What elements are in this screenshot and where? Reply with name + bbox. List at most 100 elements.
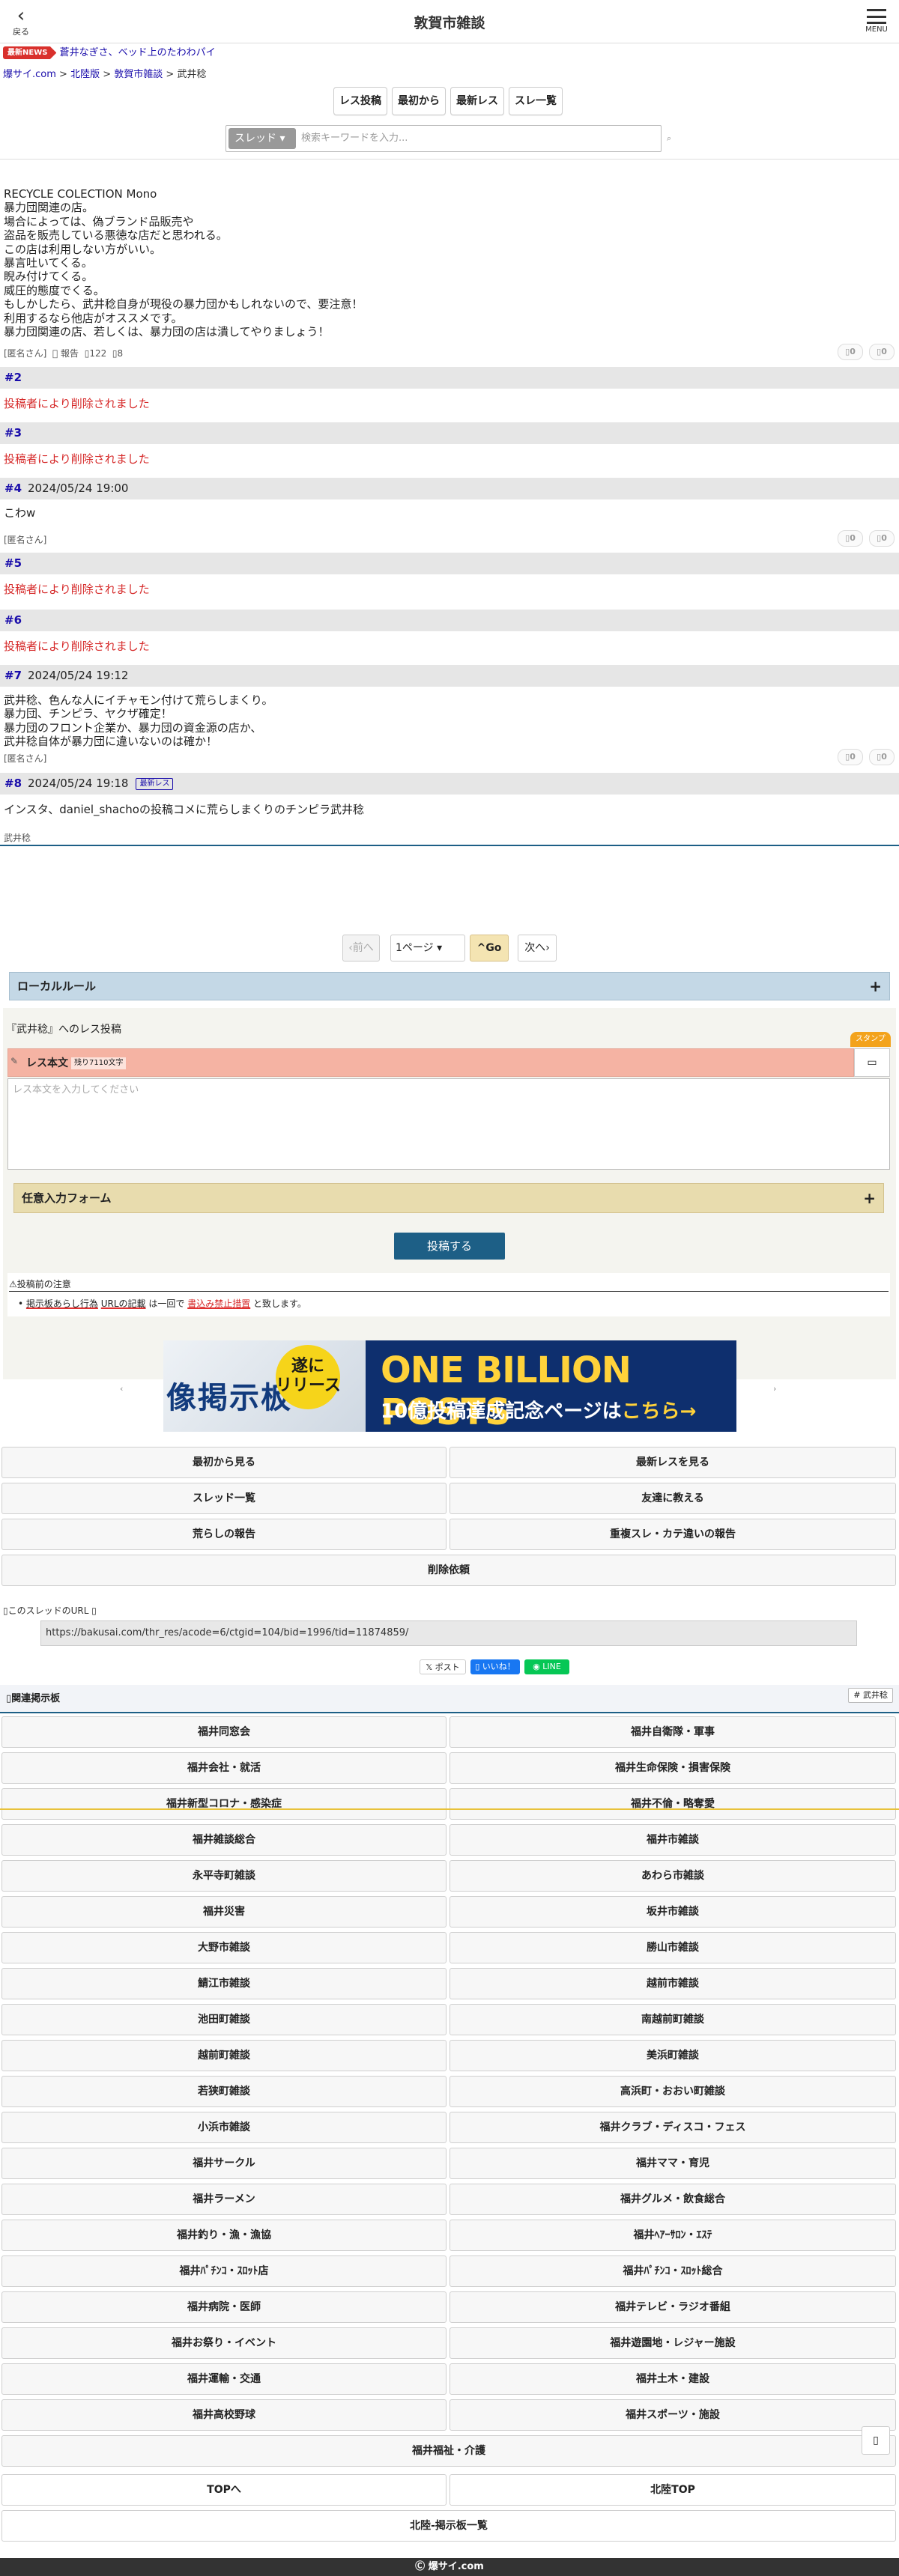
search-icon[interactable]: ⌕ (667, 133, 671, 144)
search-input[interactable]: 検索キーワードを入力... (301, 126, 408, 151)
related-board-link[interactable]: 美浜町雑談 (450, 2040, 896, 2071)
related-board-link[interactable]: 福井クラブ・ディスコ・フェス (450, 2112, 896, 2143)
related-board-link[interactable]: 高浜町・おおい町雑談 (450, 2076, 896, 2107)
report-spam-button[interactable]: 荒らしの報告 (1, 1519, 447, 1550)
post-number[interactable]: #7 (4, 669, 22, 682)
related-board-link[interactable]: 福井お祭り・イベント (1, 2327, 447, 2359)
related-board-link[interactable]: 福井生命保険・損害保険 (450, 1752, 896, 1784)
up-vote-button[interactable]: ▯0 (838, 344, 863, 360)
up-vote-button[interactable]: ▯0 (838, 530, 863, 547)
related-board-link[interactable]: 福井テレビ・ラジオ番組 (450, 2291, 896, 2323)
optional-form-toggle[interactable]: 任意入力フォーム + (13, 1183, 884, 1213)
rule-link[interactable]: 掲示板あらし行為 (26, 1298, 98, 1309)
x-post-button[interactable]: 𝕏 ポスト (420, 1659, 466, 1674)
related-board-link[interactable]: 勝山市雑談 (450, 1932, 896, 1963)
related-board-link[interactable]: 福井グルメ・飲食総合 (450, 2184, 896, 2215)
related-board-link[interactable]: 福井会社・就活 (1, 1752, 447, 1784)
latest-button[interactable]: 最新レス (450, 87, 504, 115)
news-ticker[interactable]: 最新NEWS 蒼井なぎさ、ベッド上のたわわパイ (0, 45, 899, 61)
post-number[interactable]: #8 (4, 777, 22, 790)
camera-icon[interactable]: ▭ (854, 1048, 890, 1077)
news-link[interactable]: 蒼井なぎさ、ベッド上のたわわパイ (60, 47, 216, 58)
related-board-link[interactable]: 福井福祉・介護 (1, 2435, 896, 2467)
related-board-link[interactable]: 永平寺町雑談 (1, 1860, 447, 1892)
submit-button[interactable]: 投稿する (394, 1233, 505, 1260)
related-board-link[interactable]: 越前市雑談 (450, 1968, 896, 1999)
related-board-link[interactable]: 大野市雑談 (1, 1932, 447, 1963)
related-board-link[interactable]: 福井土木・建設 (450, 2363, 896, 2395)
banner-prev-icon[interactable]: ‹ (120, 1384, 123, 1394)
local-rule-toggle[interactable]: ローカルルール + (9, 972, 890, 1000)
top-link[interactable]: TOPへ (1, 2474, 447, 2506)
related-board-link[interactable]: 福井災害 (1, 1896, 447, 1928)
down-vote-button[interactable]: ▯0 (869, 344, 895, 360)
view-first-button[interactable]: 最初から見る (1, 1447, 447, 1478)
line-share-button[interactable]: ◉ LINE (524, 1659, 569, 1674)
related-board-link[interactable]: 福井不倫・略奪愛 (450, 1788, 896, 1820)
rule-link[interactable]: URLの記載 (101, 1298, 146, 1309)
banner-next-icon[interactable]: › (773, 1384, 776, 1394)
related-board-link[interactable]: 坂井市雑談 (450, 1896, 896, 1928)
share-button[interactable]: 友達に教える (450, 1483, 896, 1514)
related-board-link[interactable]: 福井ﾊﾟﾁﾝｺ・ｽﾛｯﾄ店 (1, 2255, 447, 2287)
delete-request-button[interactable]: 削除依頼 (1, 1555, 896, 1586)
promo-banner[interactable]: 像掲示板 遂に リリース ONE BILLION POSTS 10億投稿達成記念… (163, 1340, 736, 1432)
post-number[interactable]: #4 (4, 482, 22, 495)
stamp-button[interactable]: スタンプ (850, 1032, 891, 1047)
up-vote-button[interactable]: ▯0 (838, 749, 863, 765)
related-board-link[interactable]: 鯖江市雑談 (1, 1968, 447, 1999)
breadcrumb-board[interactable]: 敦賀市雑談 (114, 69, 163, 80)
view-latest-button[interactable]: 最新レスを見る (450, 1447, 896, 1478)
region-board-list-link[interactable]: 北陸-掲示板一覧 (1, 2510, 896, 2542)
menu-button[interactable]: MENU (862, 9, 892, 34)
thread-list-button[interactable]: スレッド一覧 (1, 1483, 447, 1514)
related-board-link[interactable]: 福井釣り・漁・漁協 (1, 2220, 447, 2251)
related-board-link[interactable]: 福井ﾍｱｰｻﾛﾝ・ｴｽﾃ (450, 2220, 896, 2251)
report-duplicate-button[interactable]: 重複スレ・カテ違いの報告 (450, 1519, 896, 1550)
post-number[interactable]: #3 (4, 426, 22, 440)
post-number[interactable]: #6 (4, 613, 22, 627)
scroll-top-icon[interactable]: ▯ (862, 2426, 890, 2455)
related-board-link[interactable]: 若狭町雑談 (1, 2076, 447, 2107)
related-board-link[interactable]: 越前町雑談 (1, 2040, 447, 2071)
down-vote-button[interactable]: ▯0 (869, 749, 895, 765)
first-button[interactable]: 最初から (392, 87, 446, 115)
search-scope-select[interactable]: スレッド ▾ (228, 128, 296, 149)
down-vote-button[interactable]: ▯0 (869, 530, 895, 547)
next-page-button[interactable]: 次へ› (518, 935, 557, 962)
post-number[interactable]: #2 (4, 371, 22, 384)
related-board-link[interactable]: 福井市雑談 (450, 1824, 896, 1856)
go-button[interactable]: ^Go (470, 935, 509, 962)
related-board-link[interactable]: 福井雑談総合 (1, 1824, 447, 1856)
related-board-link[interactable]: 小浜市雑談 (1, 2112, 447, 2143)
region-top-link[interactable]: 北陸TOP (450, 2474, 896, 2506)
related-board-link[interactable]: 福井ﾊﾟﾁﾝｺ・ｽﾛｯﾄ総合 (450, 2255, 896, 2287)
related-board-link[interactable]: 福井同窓会 (1, 1716, 447, 1748)
post-reply-button[interactable]: レス投稿 (333, 87, 387, 115)
related-board-link[interactable]: あわら市雑談 (450, 1860, 896, 1892)
thread-list-button[interactable]: スレ一覧 (509, 87, 563, 115)
rule-link[interactable]: 書込み禁止措置 (187, 1298, 250, 1309)
reply-textarea[interactable]: レス本文を入力してください (7, 1078, 890, 1170)
related-board-link[interactable]: 福井サークル (1, 2148, 447, 2179)
post-number[interactable]: #5 (4, 556, 22, 570)
breadcrumb-region[interactable]: 北陸版 (70, 69, 100, 80)
tag-chip[interactable]: # 武井稔 (848, 1688, 893, 1703)
related-board-link[interactable]: 福井ラーメン (1, 2184, 447, 2215)
related-board-link[interactable]: 福井自衛隊・軍事 (450, 1716, 896, 1748)
related-board-link[interactable]: 福井遊園地・レジャー施設 (450, 2327, 896, 2359)
breadcrumb-home[interactable]: 爆サイ.com (3, 69, 56, 80)
related-board-link[interactable]: 福井新型コロナ・感染症 (1, 1788, 447, 1820)
report-link[interactable]: ⃠ 報告 (58, 348, 79, 359)
facebook-like-button[interactable]: ▯ いいね！ (470, 1659, 520, 1674)
page-select[interactable]: 1ページ ▾ (390, 935, 465, 962)
related-board-link[interactable]: 福井スポーツ・施設 (450, 2399, 896, 2431)
thread-url-field[interactable]: https://bakusai.com/thr_res/acode=6/ctgi… (40, 1620, 857, 1646)
related-board-link[interactable]: 福井高校野球 (1, 2399, 447, 2431)
related-board-link[interactable]: 福井運輸・交通 (1, 2363, 447, 2395)
related-board-link[interactable]: 福井ママ・育児 (450, 2148, 896, 2179)
related-board-link[interactable]: 池田町雑談 (1, 2004, 447, 2035)
related-board-link[interactable]: 福井病院・医師 (1, 2291, 447, 2323)
prev-page-button[interactable]: ‹前へ (342, 935, 380, 962)
related-board-link[interactable]: 南越前町雑談 (450, 2004, 896, 2035)
